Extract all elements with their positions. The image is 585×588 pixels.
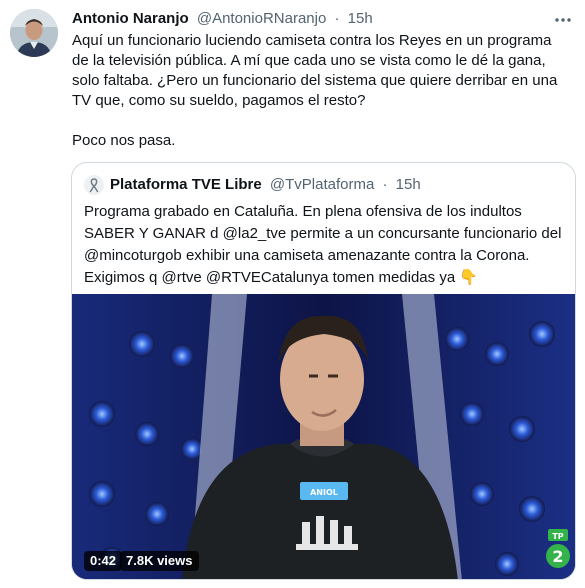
ribbon-icon[interactable] bbox=[84, 175, 104, 195]
tweet-header: Antonio Naranjo @AntonioRNaranjo · 15h bbox=[72, 9, 373, 29]
separator-dot: · bbox=[334, 10, 340, 27]
quoted-tweet[interactable]: Plataforma TVE Libre @TvPlataforma · 15h… bbox=[71, 162, 576, 580]
tweet-paragraph: Aquí un funcionario luciendo camiseta co… bbox=[72, 32, 558, 109]
tweet[interactable]: Antonio Naranjo @AntonioRNaranjo · 15h A… bbox=[0, 0, 585, 588]
quoted-text-body: Programa grabado en Cataluña. En plena o… bbox=[84, 203, 562, 286]
tweet-timestamp[interactable]: 15h bbox=[348, 10, 373, 27]
quoted-author-name[interactable]: Plataforma TVE Libre bbox=[110, 176, 262, 193]
video-player[interactable]: ANIOL 0:42 7.8K views TP 2 bbox=[72, 294, 575, 579]
more-horizontal-icon[interactable] bbox=[553, 10, 573, 30]
contestant-name-tag: ANIOL bbox=[310, 488, 338, 497]
video-duration-badge: 0:42 bbox=[84, 551, 123, 571]
quoted-timestamp[interactable]: 15h bbox=[396, 176, 421, 193]
channel-logo-text: TP bbox=[552, 532, 563, 541]
pointing-down-emoji: 👇 bbox=[459, 269, 479, 286]
quoted-header: Plataforma TVE Libre @TvPlataforma · 15h bbox=[110, 175, 421, 195]
video-frame: ANIOL bbox=[72, 294, 575, 579]
author-avatar[interactable] bbox=[10, 9, 58, 57]
tweet-paragraph: Poco nos pasa. bbox=[72, 132, 176, 149]
la2-channel-logo: TP 2 bbox=[545, 529, 571, 569]
author-handle[interactable]: @AntonioRNaranjo bbox=[197, 10, 326, 27]
quoted-author-handle[interactable]: @TvPlataforma bbox=[270, 176, 374, 193]
video-views-badge: 7.8K views bbox=[120, 551, 199, 571]
tweet-text: Aquí un funcionario luciendo camiseta co… bbox=[72, 31, 572, 151]
author-name[interactable]: Antonio Naranjo bbox=[72, 10, 189, 27]
channel-number: 2 bbox=[552, 547, 563, 566]
quoted-text: Programa grabado en Cataluña. En plena o… bbox=[84, 201, 566, 289]
separator-dot: · bbox=[382, 176, 388, 193]
